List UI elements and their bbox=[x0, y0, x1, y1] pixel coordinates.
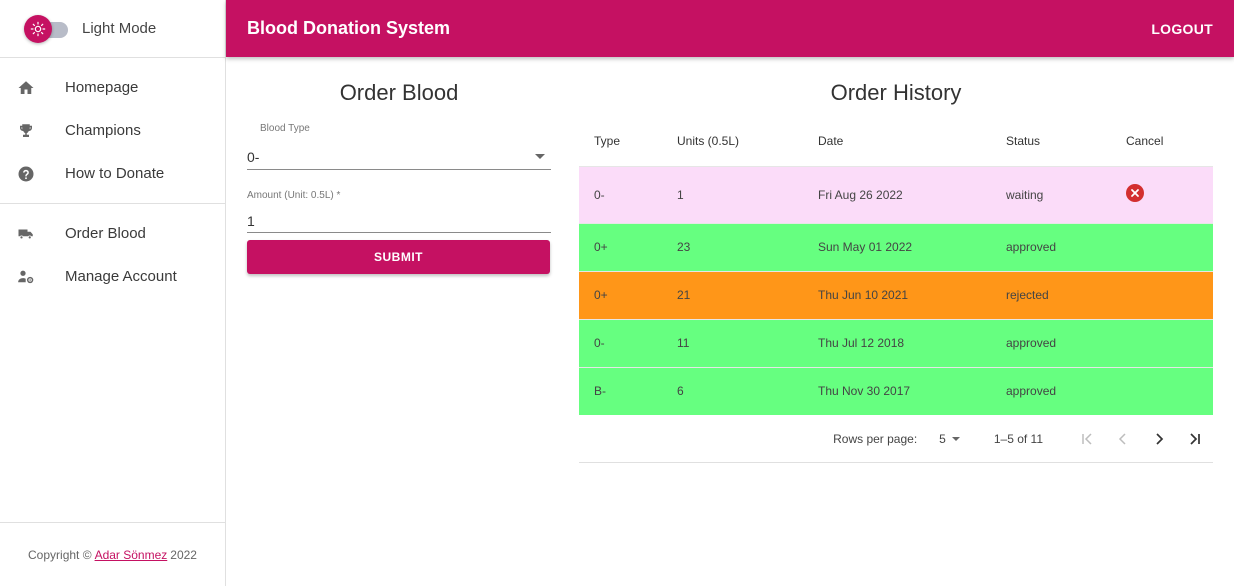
theme-mode-row: Light Mode bbox=[0, 0, 225, 58]
cell-status: approved bbox=[1006, 384, 1057, 399]
cell-type: 0+ bbox=[594, 288, 608, 302]
blood-type-select[interactable]: 0- bbox=[247, 144, 551, 170]
first-page-button[interactable] bbox=[1069, 424, 1105, 454]
sidebar-item-label: Champions bbox=[65, 122, 141, 139]
cell-type: 0- bbox=[594, 187, 605, 202]
cell-units: 1 bbox=[677, 187, 684, 202]
mode-label: Light Mode bbox=[82, 20, 157, 37]
cell-type: 0- bbox=[594, 336, 605, 350]
cell-status: approved bbox=[1006, 240, 1057, 254]
table-row: B- 6 Thu Nov 30 2017 approved bbox=[579, 367, 1213, 415]
last-page-button[interactable] bbox=[1177, 424, 1213, 454]
sidebar-item-manage-account[interactable]: Manage Account bbox=[0, 255, 225, 298]
blood-type-value: 0- bbox=[247, 148, 260, 165]
cell-type: 0+ bbox=[594, 240, 608, 254]
rows-per-page-label: Rows per page: bbox=[833, 431, 918, 446]
table-row: 0+ 23 Sun May 01 2022 approved bbox=[579, 223, 1213, 271]
cell-cancel bbox=[1126, 319, 1213, 367]
cell-date: Fri Aug 26 2022 bbox=[818, 187, 903, 202]
cell-date: Thu Jul 12 2018 bbox=[818, 336, 905, 350]
blood-type-label: Blood Type bbox=[260, 123, 310, 134]
cell-type: B- bbox=[594, 384, 606, 399]
table-row: 0+ 21 Thu Jun 10 2021 rejected bbox=[579, 271, 1213, 319]
sidebar-item-label: Manage Account bbox=[65, 268, 177, 285]
cell-cancel bbox=[1126, 223, 1213, 271]
theme-toggle[interactable] bbox=[24, 14, 70, 43]
help-icon bbox=[16, 164, 36, 184]
app-title: Blood Donation System bbox=[247, 18, 451, 38]
table-row: 0- 11 Thu Jul 12 2018 approved bbox=[579, 319, 1213, 367]
cell-cancel bbox=[1126, 271, 1213, 319]
sidebar-item-order-blood[interactable]: Order Blood bbox=[0, 212, 225, 255]
chevron-right-icon bbox=[1156, 432, 1164, 445]
blood-type-field: Blood Type 0- bbox=[247, 123, 551, 170]
home-icon bbox=[16, 78, 36, 98]
truck-icon bbox=[16, 224, 36, 244]
nav-primary: Homepage Champions How to Donate bbox=[0, 58, 225, 204]
column-header-units: Units (0.5L) bbox=[677, 133, 740, 148]
sidebar-item-homepage[interactable]: Homepage bbox=[0, 66, 225, 109]
page-range-label: 1–5 of 11 bbox=[993, 431, 1043, 446]
column-header-cancel: Cancel bbox=[1126, 133, 1164, 148]
cell-units: 6 bbox=[677, 384, 684, 399]
amount-input[interactable]: 1 bbox=[247, 209, 551, 233]
cell-cancel bbox=[1126, 367, 1213, 415]
column-header-date: Date bbox=[818, 133, 844, 148]
table-header-row: Type Units (0.5L) Date Status Cancel bbox=[579, 116, 1213, 166]
table-pagination: Rows per page: 5 1–5 of 11 bbox=[579, 415, 1213, 463]
previous-page-button[interactable] bbox=[1105, 424, 1141, 454]
cell-status: approved bbox=[1006, 336, 1057, 350]
sidebar-item-how-to-donate[interactable]: How to Donate bbox=[0, 152, 225, 195]
cell-units: 23 bbox=[677, 240, 691, 254]
logout-button[interactable]: LOGOUT bbox=[1151, 21, 1213, 37]
user-gear-icon bbox=[16, 267, 36, 287]
order-history-panel: Order History Type Units (0.5L) Date Sta… bbox=[579, 76, 1213, 463]
order-blood-title: Order Blood bbox=[339, 80, 459, 105]
column-header-status: Status bbox=[1006, 133, 1041, 148]
sidebar-item-label: Homepage bbox=[65, 79, 139, 96]
cell-date: Thu Nov 30 2017 bbox=[818, 384, 911, 399]
app-header: Blood Donation System LOGOUT bbox=[226, 0, 1234, 57]
order-history-title: Order History bbox=[830, 80, 962, 105]
first-page-icon bbox=[1082, 432, 1092, 445]
sidebar-item-label: Order Blood bbox=[65, 225, 146, 242]
sun-icon bbox=[24, 14, 52, 43]
sidebar-item-champions[interactable]: Champions bbox=[0, 109, 225, 152]
amount-field: Amount (Unit: 0.5L) * 1 bbox=[247, 190, 551, 233]
chevron-down-icon bbox=[535, 154, 545, 159]
copyright-year: 2022 bbox=[170, 547, 197, 562]
copyright-footer: Copyright © Adar Sönmez 2022 bbox=[0, 522, 225, 586]
cell-date: Thu Jun 10 2021 bbox=[818, 288, 909, 302]
rows-per-page-value: 5 bbox=[939, 431, 946, 446]
order-history-table: Type Units (0.5L) Date Status Cancel 0- … bbox=[579, 116, 1213, 415]
cell-status: rejected bbox=[1006, 288, 1049, 302]
cell-status: waiting bbox=[1006, 187, 1044, 202]
chevron-down-icon bbox=[951, 436, 960, 441]
last-page-icon bbox=[1190, 432, 1200, 445]
next-page-button[interactable] bbox=[1141, 424, 1177, 454]
sidebar: Light Mode Homepage Champions How to Don… bbox=[0, 0, 226, 586]
order-blood-panel: Order Blood Blood Type 0- Amount (Unit: … bbox=[247, 76, 551, 274]
copyright-prefix: Copyright © bbox=[28, 547, 92, 562]
cell-units: 21 bbox=[677, 288, 691, 302]
cell-cancel bbox=[1126, 166, 1213, 223]
nav-secondary: Order Blood Manage Account bbox=[0, 204, 225, 306]
cell-date: Sun May 01 2022 bbox=[818, 240, 913, 254]
author-link[interactable]: Adar Sönmez bbox=[95, 548, 168, 562]
amount-label: Amount (Unit: 0.5L) * bbox=[247, 190, 341, 201]
sidebar-item-label: How to Donate bbox=[65, 165, 165, 182]
table-row: 0- 1 Fri Aug 26 2022 waiting bbox=[579, 166, 1213, 223]
chevron-left-icon bbox=[1118, 432, 1126, 445]
column-header-type: Type bbox=[594, 133, 621, 148]
rows-per-page-select[interactable]: 5 bbox=[939, 432, 960, 446]
submit-button[interactable]: SUBMIT bbox=[247, 240, 550, 274]
cell-units: 11 bbox=[677, 336, 690, 350]
cancel-icon[interactable] bbox=[1126, 184, 1144, 202]
trophy-icon bbox=[16, 121, 36, 141]
